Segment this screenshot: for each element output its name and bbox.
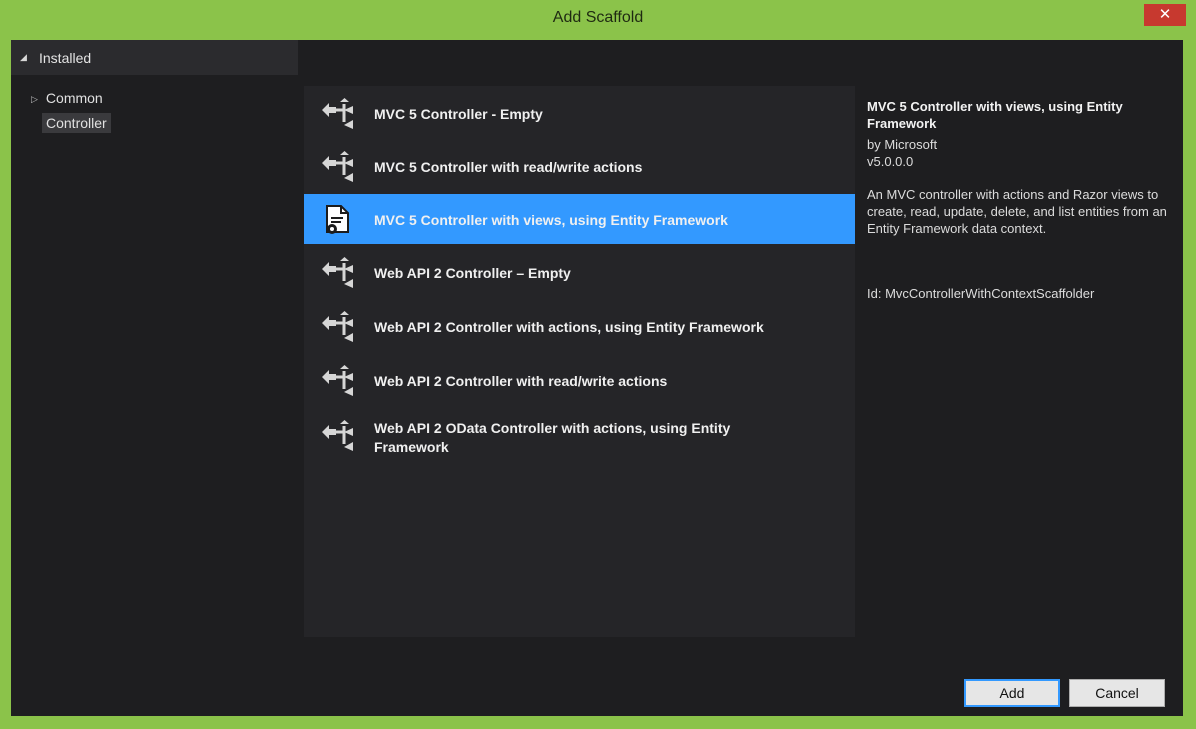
list-header-strip	[298, 40, 1183, 86]
scaffold-list: MVC 5 Controller - Empty MVC 5 Controlle…	[304, 86, 855, 637]
list-item-label: Web API 2 Controller – Empty	[374, 265, 571, 281]
list-item[interactable]: MVC 5 Controller - Empty	[304, 88, 855, 138]
list-item[interactable]: Web API 2 Controller with actions, using…	[304, 301, 855, 351]
close-button[interactable]: ✕	[1144, 4, 1186, 26]
details-author: by Microsoft	[867, 137, 938, 152]
category-tree: ◢ Installed ▷ Common Controller	[11, 40, 298, 637]
details-panel: MVC 5 Controller with views, using Entit…	[855, 86, 1183, 637]
controller-icon	[322, 151, 353, 182]
installed-label: Installed	[39, 50, 92, 66]
dialog-client-area: ◢ Installed ▷ Common Controller MVC 5 Co…	[11, 40, 1183, 716]
installed-header[interactable]: ◢ Installed	[11, 40, 298, 75]
dialog-footer: Add Cancel	[11, 637, 1183, 716]
tree-item-label: Common	[45, 90, 103, 106]
expand-triangle-icon: ▷	[31, 94, 38, 104]
list-item-selected[interactable]: MVC 5 Controller with views, using Entit…	[304, 194, 855, 244]
list-item-label: Web API 2 Controller with read/write act…	[374, 373, 668, 389]
list-item[interactable]: Web API 2 OData Controller with actions,…	[304, 410, 855, 460]
title-bar[interactable]: Add Scaffold ✕	[0, 0, 1196, 38]
tree-item-controller[interactable]: Controller	[42, 113, 111, 133]
collapse-triangle-icon: ◢	[20, 52, 27, 62]
list-item-label: Web API 2 OData Controller with actions,…	[374, 420, 731, 455]
list-item[interactable]: Web API 2 Controller – Empty	[304, 247, 855, 297]
details-title: MVC 5 Controller with views, using Entit…	[867, 99, 1123, 131]
details-description: An MVC controller with actions and Razor…	[867, 187, 1167, 236]
add-button[interactable]: Add	[964, 679, 1060, 707]
list-item-label: MVC 5 Controller with views, using Entit…	[374, 212, 728, 228]
tree-item-common[interactable]: ▷ Common	[31, 90, 103, 106]
list-item-label: Web API 2 Controller with actions, using…	[374, 319, 764, 335]
tree-item-label: Controller	[46, 115, 107, 131]
add-scaffold-dialog: Add Scaffold ✕ ◢ Installed ▷ Common Contr…	[0, 0, 1196, 729]
controller-icon	[322, 257, 353, 288]
list-item[interactable]: Web API 2 Controller with read/write act…	[304, 355, 855, 405]
controller-icon	[322, 365, 353, 396]
controller-icon	[322, 311, 353, 342]
cancel-button[interactable]: Cancel	[1069, 679, 1165, 707]
list-item[interactable]: MVC 5 Controller with read/write actions	[304, 141, 855, 191]
details-version: v5.0.0.0	[867, 154, 914, 169]
list-item-label: MVC 5 Controller with read/write actions	[374, 159, 643, 175]
controller-icon	[322, 420, 353, 451]
dialog-title: Add Scaffold	[552, 9, 644, 26]
list-item-label: MVC 5 Controller - Empty	[374, 106, 543, 122]
details-id: Id: MvcControllerWithContextScaffolder	[867, 286, 1095, 301]
views-document-icon	[326, 205, 349, 234]
controller-icon	[322, 98, 353, 129]
